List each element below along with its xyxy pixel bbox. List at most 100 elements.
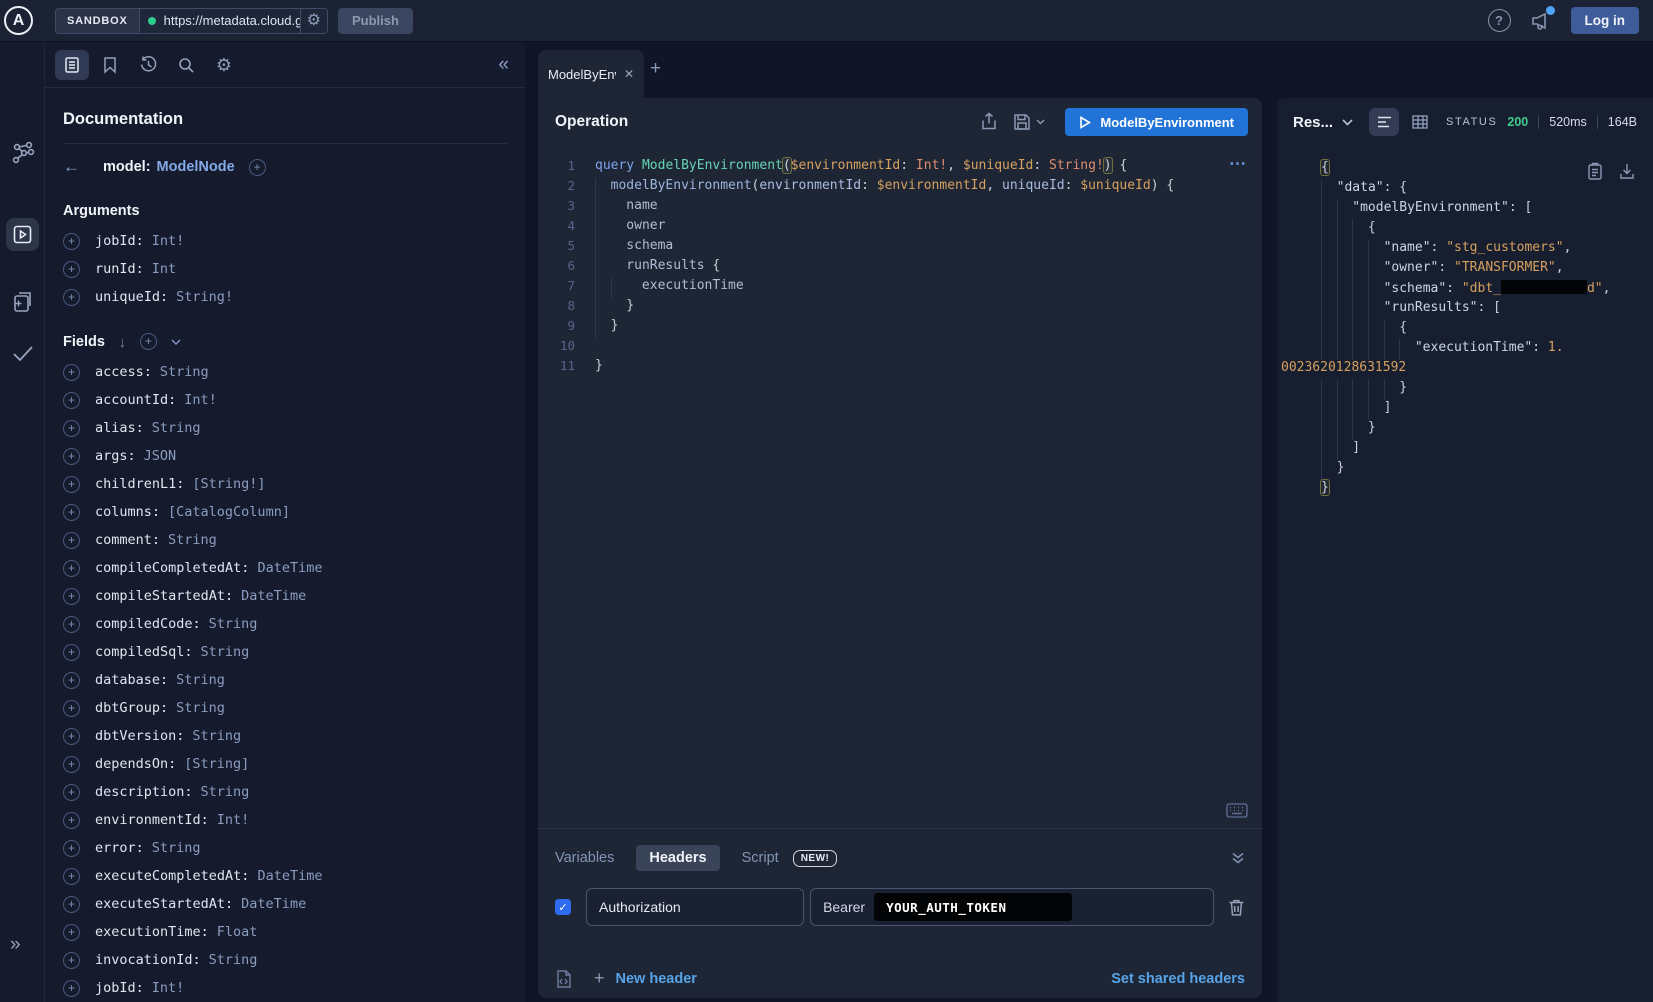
- save-chevron-icon[interactable]: [1036, 119, 1045, 125]
- add-field-icon[interactable]: [63, 261, 80, 278]
- doc-field-row[interactable]: args:JSON: [63, 442, 507, 470]
- help-icon[interactable]: ?: [1488, 9, 1511, 32]
- history-icon[interactable]: [131, 50, 165, 80]
- header-key-input[interactable]: [586, 888, 804, 926]
- field-type[interactable]: Int!: [217, 812, 250, 828]
- field-type[interactable]: Int!: [152, 980, 185, 996]
- endpoint-url-segment[interactable]: https://metadata.cloud.getd: [140, 9, 300, 33]
- field-name[interactable]: executionTime:: [95, 924, 209, 940]
- field-name[interactable]: jobId:: [95, 980, 144, 996]
- doc-field-row[interactable]: executeStartedAt:DateTime: [63, 890, 507, 918]
- endpoint-settings-button[interactable]: ⚙: [300, 9, 327, 33]
- field-name[interactable]: access:: [95, 364, 152, 380]
- doc-field-row[interactable]: jobId: Int!: [63, 974, 507, 1002]
- field-name[interactable]: environmentId:: [95, 812, 209, 828]
- table-view-toggle[interactable]: [1405, 108, 1435, 136]
- field-type[interactable]: DateTime: [257, 868, 322, 884]
- field-name[interactable]: dependsOn:: [95, 756, 176, 772]
- field-name[interactable]: compileStartedAt:: [95, 588, 233, 604]
- doc-field-row[interactable]: environmentId: Int!: [63, 806, 507, 834]
- field-type[interactable]: [String]: [184, 756, 249, 772]
- add-field-icon[interactable]: [63, 896, 80, 913]
- download-response-icon[interactable]: [1619, 162, 1635, 180]
- field-type[interactable]: String: [201, 784, 250, 800]
- doc-field-row[interactable]: compileStartedAt: DateTime: [63, 582, 507, 610]
- apollo-logo-icon[interactable]: A: [4, 6, 33, 35]
- doc-field-row[interactable]: compileCompletedAt: DateTime: [63, 554, 507, 582]
- doc-field-row[interactable]: childrenL1: [String!]: [63, 470, 507, 498]
- save-button[interactable]: [1013, 113, 1045, 131]
- chevron-down-icon[interactable]: [171, 339, 181, 345]
- field-name[interactable]: dbtVersion:: [95, 728, 184, 744]
- field-name[interactable]: dbtGroup:: [95, 700, 168, 716]
- doc-field-row[interactable]: description:String: [63, 778, 507, 806]
- search-icon[interactable]: [169, 50, 203, 80]
- field-name[interactable]: compileCompletedAt:: [95, 560, 249, 576]
- set-shared-headers-link[interactable]: Set shared headers: [1111, 971, 1245, 987]
- operation-collections-icon[interactable]: [0, 290, 45, 314]
- tab-script[interactable]: Script: [742, 850, 779, 866]
- add-field-icon[interactable]: [63, 924, 80, 941]
- copy-response-icon[interactable]: [1587, 162, 1603, 181]
- field-type[interactable]: String!: [176, 289, 233, 305]
- add-field-icon[interactable]: [63, 532, 80, 549]
- add-field-icon[interactable]: [63, 980, 80, 997]
- field-type[interactable]: Float: [217, 924, 258, 940]
- add-field-icon[interactable]: [63, 672, 80, 689]
- endpoint-url[interactable]: https://metadata.cloud.getd: [164, 13, 300, 28]
- field-name[interactable]: executeCompletedAt:: [95, 868, 249, 884]
- run-operation-button[interactable]: ModelByEnvironment: [1065, 108, 1248, 136]
- doc-field-row[interactable]: jobId:Int!: [63, 227, 507, 255]
- field-type[interactable]: String: [192, 728, 241, 744]
- doc-field-row[interactable]: access:String: [63, 358, 507, 386]
- field-type[interactable]: String: [209, 952, 258, 968]
- field-type[interactable]: DateTime: [241, 588, 306, 604]
- add-all-fields-icon[interactable]: [140, 333, 157, 350]
- editor-lines[interactable]: 1query ModelByEnvironment($environmentId…: [554, 158, 1262, 378]
- doc-field-row[interactable]: dependsOn: [String]: [63, 750, 507, 778]
- field-name[interactable]: compiledCode:: [95, 616, 201, 632]
- doc-field-row[interactable]: uniqueId: String!: [63, 283, 507, 311]
- tab-headers[interactable]: Headers: [636, 845, 719, 871]
- field-type[interactable]: String: [209, 616, 258, 632]
- field-name[interactable]: error:: [95, 840, 144, 856]
- add-field-icon[interactable]: [63, 560, 80, 577]
- add-field-icon[interactable]: [63, 700, 80, 717]
- field-name[interactable]: childrenL1:: [95, 476, 184, 492]
- add-field-icon[interactable]: [63, 952, 80, 969]
- doc-field-row[interactable]: executeCompletedAt: DateTime: [63, 862, 507, 890]
- add-field-icon[interactable]: [63, 289, 80, 306]
- response-chevron-icon[interactable]: [1342, 119, 1353, 126]
- doc-field-row[interactable]: invocationId:String: [63, 946, 507, 974]
- doc-field-row[interactable]: columns:[CatalogColumn]: [63, 498, 507, 526]
- sort-fields-icon[interactable]: ↓: [119, 334, 126, 350]
- query-editor[interactable]: 1query ModelByEnvironment($environmentId…: [538, 146, 1262, 828]
- add-field-icon[interactable]: [63, 616, 80, 633]
- response-body[interactable]: {"data": {"modelByEnvironment": [{"name"…: [1277, 146, 1653, 500]
- field-type[interactable]: JSON: [144, 448, 177, 464]
- collapse-docs-icon[interactable]: «: [498, 54, 515, 76]
- field-name[interactable]: uniqueId:: [95, 289, 168, 305]
- expand-rail-icon[interactable]: »: [10, 934, 21, 956]
- header-value-field[interactable]: Bearer YOUR_AUTH_TOKEN: [810, 888, 1214, 926]
- auth-token-chip[interactable]: YOUR_AUTH_TOKEN: [874, 893, 1072, 921]
- field-name[interactable]: accountId:: [95, 392, 176, 408]
- settings-gear-icon[interactable]: ⚙: [207, 50, 241, 80]
- share-icon[interactable]: [980, 112, 998, 132]
- login-button[interactable]: Log in: [1571, 7, 1640, 34]
- field-type[interactable]: DateTime: [257, 560, 322, 576]
- field-type[interactable]: String: [168, 532, 217, 548]
- doc-field-row[interactable]: database:String: [63, 666, 507, 694]
- field-type[interactable]: [String!]: [192, 476, 265, 492]
- operation-tab[interactable]: ModelByEnvi... ✕: [538, 50, 644, 98]
- close-tab-icon[interactable]: ✕: [624, 67, 634, 81]
- doc-field-row[interactable]: error:String: [63, 834, 507, 862]
- add-field-icon[interactable]: [63, 476, 80, 493]
- doc-field-row[interactable]: runId:Int: [63, 255, 507, 283]
- field-type[interactable]: [CatalogColumn]: [168, 504, 290, 520]
- field-name[interactable]: compiledSql:: [95, 644, 193, 660]
- doc-field-row[interactable]: dbtGroup:String: [63, 694, 507, 722]
- add-field-icon[interactable]: [63, 233, 80, 250]
- add-field-icon[interactable]: [63, 364, 80, 381]
- field-type[interactable]: Int: [152, 261, 176, 277]
